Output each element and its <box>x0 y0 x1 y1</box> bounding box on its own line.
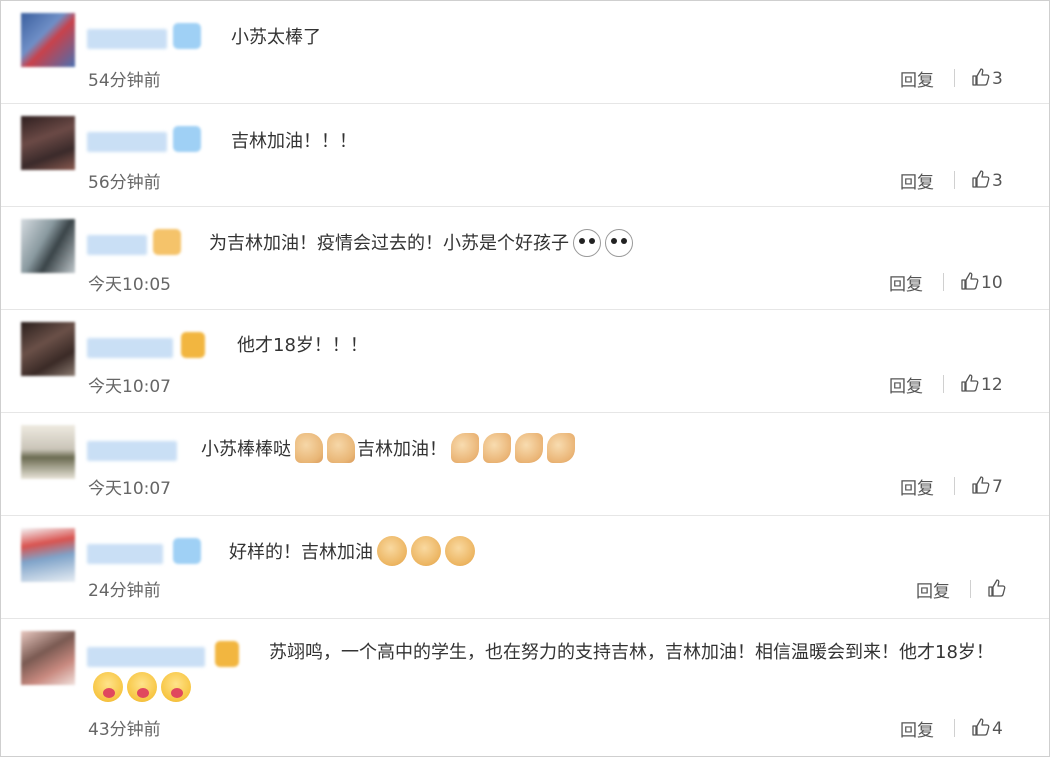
flex-arm-emoji-icon <box>515 433 543 463</box>
comment-text: 苏翊鸣，一个高中的学生，也在努力的支持吉林，吉林加油！相信温暖会到来！他才18岁… <box>89 635 1019 707</box>
like-count: 12 <box>981 375 1003 395</box>
like-button[interactable]: 7 <box>971 475 1003 497</box>
avatar[interactable] <box>21 631 75 685</box>
blush-face-emoji-icon <box>93 672 123 702</box>
comment-time: 今天10:07 <box>88 479 171 499</box>
divider <box>954 477 955 495</box>
comment-time: 今天10:05 <box>88 275 171 295</box>
like-count: 4 <box>992 719 1003 739</box>
comment-time: 43分钟前 <box>88 720 161 740</box>
comment-text: 吉林加油！！！ <box>231 131 357 152</box>
panda-emoji-icon <box>573 229 601 257</box>
like-count: 3 <box>992 171 1003 191</box>
comment-text: 小苏太棒了 <box>231 27 321 48</box>
divider <box>970 580 971 598</box>
like-button[interactable]: 3 <box>971 169 1003 191</box>
comment-time: 56分钟前 <box>88 173 161 193</box>
thumbs-up-icon <box>961 374 979 392</box>
comment-item: 好样的！吉林加油 24分钟前 回复 <box>1 516 1049 619</box>
blush-face-emoji-icon <box>161 672 191 702</box>
avatar[interactable] <box>21 116 75 170</box>
username-blurred[interactable] <box>87 235 147 255</box>
avatar[interactable] <box>21 13 75 67</box>
comment-item: 吉林加油！！！ 56分钟前 回复 3 <box>1 104 1049 207</box>
comment-text: 小苏棒棒哒 吉林加油！ <box>201 433 575 464</box>
fist-emoji-icon <box>377 536 407 566</box>
divider <box>954 719 955 737</box>
thumbs-up-icon <box>961 272 979 290</box>
divider <box>943 273 944 291</box>
like-button[interactable]: 10 <box>960 271 1003 293</box>
comment-list: 小苏太棒了 54分钟前 回复 3 吉林加油！！！ 56分钟前 回复 3 为吉林加… <box>0 0 1050 757</box>
flex-arm-emoji-icon <box>547 433 575 463</box>
user-badge <box>173 126 201 152</box>
username-blurred[interactable] <box>87 132 167 152</box>
username-blurred[interactable] <box>87 441 177 461</box>
comment-time: 今天10:07 <box>88 377 171 397</box>
like-button[interactable] <box>987 578 1008 600</box>
username-blurred[interactable] <box>87 29 167 49</box>
like-count: 7 <box>992 477 1003 497</box>
divider <box>943 375 944 393</box>
user-badge <box>181 332 205 358</box>
like-button[interactable]: 12 <box>960 373 1003 395</box>
reply-button[interactable]: 回复 <box>900 168 934 193</box>
thumbs-up-icon <box>972 718 990 736</box>
divider <box>954 69 955 87</box>
user-badge <box>173 23 201 49</box>
avatar[interactable] <box>21 425 75 479</box>
flex-arm-emoji-icon <box>451 433 479 463</box>
blush-face-emoji-icon <box>127 672 157 702</box>
fist-emoji-icon <box>411 536 441 566</box>
like-count: 3 <box>992 69 1003 89</box>
user-badge <box>173 538 201 564</box>
comment-time: 24分钟前 <box>88 581 161 601</box>
reply-button[interactable]: 回复 <box>900 716 934 741</box>
comment-time: 54分钟前 <box>88 71 161 91</box>
panda-emoji-icon <box>605 229 633 257</box>
avatar[interactable] <box>21 219 75 273</box>
reply-button[interactable]: 回复 <box>900 66 934 91</box>
avatar[interactable] <box>21 322 75 376</box>
comment-item: 小苏棒棒哒 吉林加油！ 今天10:07 回复 7 <box>1 413 1049 516</box>
comment-item: 他才18岁！！！ 今天10:07 回复 12 <box>1 310 1049 413</box>
thumbs-up-emoji-icon <box>327 433 355 463</box>
comment-item: 小苏太棒了 54分钟前 回复 3 <box>1 1 1049 104</box>
divider <box>954 171 955 189</box>
thumbs-up-icon <box>972 68 990 86</box>
thumbs-up-icon <box>972 476 990 494</box>
username-blurred[interactable] <box>87 544 163 564</box>
thumbs-up-icon <box>972 170 990 188</box>
reply-button[interactable]: 回复 <box>889 372 923 397</box>
comment-text: 为吉林加油！疫情会过去的！小苏是个好孩子 <box>209 229 633 258</box>
like-count: 10 <box>981 273 1003 293</box>
avatar[interactable] <box>21 528 75 582</box>
reply-button[interactable]: 回复 <box>900 474 934 499</box>
comment-text: 他才18岁！！！ <box>237 335 368 356</box>
reply-button[interactable]: 回复 <box>916 577 950 602</box>
thumbs-up-icon <box>988 579 1006 597</box>
username-blurred[interactable] <box>87 338 173 358</box>
user-badge <box>153 229 181 255</box>
comment-item: 苏翊鸣，一个高中的学生，也在努力的支持吉林，吉林加油！相信温暖会到来！他才18岁… <box>1 619 1049 756</box>
fist-emoji-icon <box>445 536 475 566</box>
comment-text: 好样的！吉林加油 <box>229 536 475 567</box>
like-button[interactable]: 3 <box>971 67 1003 89</box>
thumbs-up-emoji-icon <box>295 433 323 463</box>
comment-item: 为吉林加油！疫情会过去的！小苏是个好孩子 今天10:05 回复 10 <box>1 207 1049 310</box>
flex-arm-emoji-icon <box>483 433 511 463</box>
like-button[interactable]: 4 <box>971 717 1003 739</box>
reply-button[interactable]: 回复 <box>889 270 923 295</box>
